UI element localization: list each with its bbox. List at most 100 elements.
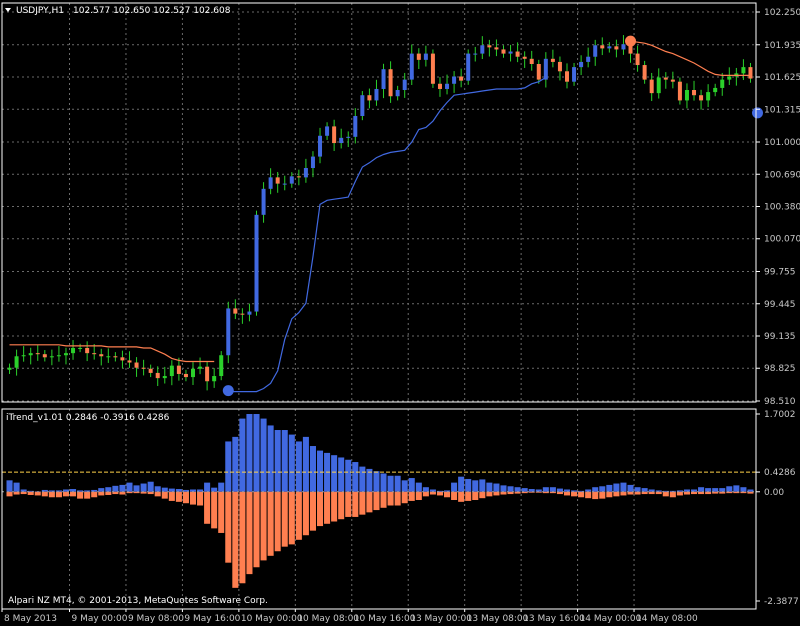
candle-body	[423, 53, 428, 60]
candle-body	[635, 53, 640, 66]
histogram-bar	[274, 491, 281, 552]
candle-body	[466, 53, 471, 81]
histogram-bar	[690, 489, 698, 492]
histogram-bar	[592, 487, 599, 492]
histogram-bar	[472, 491, 479, 501]
x-tick-label: 13 May 16:00	[523, 614, 585, 624]
candle-body	[550, 58, 555, 62]
candle-body	[437, 83, 442, 89]
histogram-bar	[359, 466, 366, 492]
histogram-bar	[493, 491, 500, 496]
y-tick-label: 0.00	[764, 488, 784, 498]
candle-body	[296, 176, 301, 178]
histogram-bar	[415, 482, 422, 492]
candle-body	[642, 65, 647, 80]
histogram-bar	[458, 476, 465, 492]
histogram-bar	[225, 491, 232, 563]
histogram-bar	[204, 482, 211, 492]
x-tick-label: 14 May 08:00	[636, 614, 698, 624]
histogram-bar	[613, 491, 620, 497]
x-tick-label: 10 May 16:00	[354, 614, 416, 624]
histogram-bar	[578, 491, 585, 498]
histogram-bar	[189, 491, 197, 505]
candle-body	[247, 311, 252, 315]
indicator-chart[interactable]	[2, 414, 756, 588]
candle-body	[141, 367, 146, 369]
histogram-bar	[408, 478, 415, 492]
candle-body	[374, 88, 379, 101]
histogram-bar	[669, 491, 676, 498]
histogram-bar	[41, 491, 48, 497]
candle-body	[318, 135, 323, 157]
histogram-bar	[345, 491, 352, 517]
histogram-bar	[592, 491, 599, 500]
candle-body	[233, 308, 238, 314]
histogram-bar	[387, 475, 394, 492]
histogram-bar	[246, 414, 253, 492]
histogram-bar	[359, 491, 366, 515]
histogram-bar	[260, 418, 267, 492]
candle-body	[240, 313, 245, 315]
price-chart[interactable]	[7, 35, 764, 397]
candle-body	[63, 353, 68, 356]
histogram-bar	[606, 484, 613, 492]
candle-body	[445, 83, 450, 89]
y-tick-label: 99.135	[764, 332, 796, 342]
candle-body	[99, 354, 104, 357]
x-tick-label: 9 May 16:00	[184, 614, 240, 624]
candle-body	[452, 76, 457, 84]
histogram-bar	[719, 488, 726, 492]
histogram-bar	[204, 491, 211, 524]
histogram-bar	[267, 425, 274, 492]
candle-body	[92, 353, 97, 355]
histogram-bar	[599, 486, 606, 492]
histogram-bar	[119, 484, 126, 492]
chevron-down-icon[interactable]	[5, 8, 11, 12]
histogram-bar	[563, 491, 571, 496]
histogram-bar	[6, 480, 13, 492]
candle-body	[515, 51, 520, 57]
candle-body	[7, 367, 12, 370]
histogram-bar	[683, 489, 690, 492]
histogram-bar	[6, 491, 13, 497]
y-tick-label: 100.380	[764, 203, 800, 213]
y-tick-label: 101.000	[764, 138, 800, 148]
candle-body	[120, 357, 125, 361]
histogram-bar	[387, 491, 394, 506]
histogram-bar	[422, 491, 429, 497]
candle-body	[78, 347, 83, 349]
histogram-bar	[197, 491, 204, 506]
histogram-bar	[246, 491, 253, 575]
candle-body	[579, 61, 584, 68]
candle-body	[346, 136, 351, 138]
histogram-bar	[62, 491, 70, 497]
candle-body	[409, 53, 414, 80]
histogram-bar	[232, 436, 239, 492]
signal-dot	[625, 35, 637, 47]
y-tick-label: 101.625	[764, 73, 800, 83]
indicator-title: iTrend_v1.01 0.2846 -0.3916 0.4286	[6, 413, 170, 423]
histogram-bar	[465, 478, 472, 492]
candle-body	[325, 126, 330, 136]
histogram-bar	[239, 491, 246, 584]
histogram-bar	[415, 491, 422, 501]
candle-body	[656, 77, 661, 94]
candle-body	[543, 58, 548, 80]
histogram-bar	[698, 487, 705, 492]
histogram-bar	[331, 455, 338, 492]
histogram-bar	[91, 491, 98, 498]
histogram-bar	[295, 441, 302, 492]
candle-body	[212, 376, 217, 382]
histogram-bar	[585, 491, 592, 499]
histogram-bar	[345, 459, 352, 492]
candle-body	[169, 365, 174, 377]
histogram-bar	[521, 488, 528, 492]
histogram-bar	[309, 491, 316, 531]
histogram-bar	[726, 486, 733, 492]
candle-body	[614, 46, 619, 50]
histogram-bar	[408, 491, 415, 501]
histogram-bar	[302, 491, 309, 536]
histogram-bar	[168, 491, 175, 501]
histogram-bar	[253, 414, 260, 492]
candle-body	[621, 44, 626, 50]
